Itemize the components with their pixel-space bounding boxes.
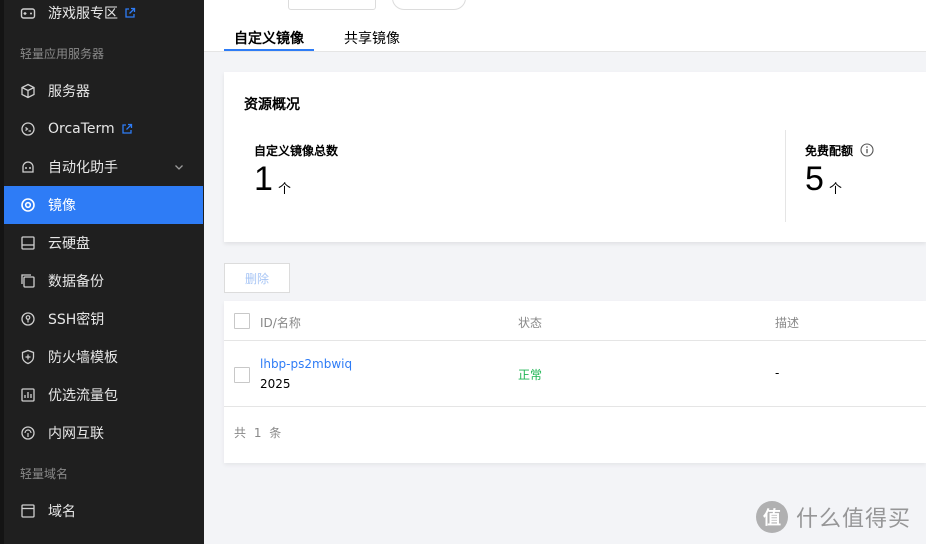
domain-icon — [20, 503, 36, 519]
watermark: 值 什么值得买 — [756, 500, 911, 534]
column-header-description: 描述 — [775, 316, 800, 330]
traffic-icon — [20, 387, 36, 403]
automation-icon — [20, 159, 36, 175]
images-table: ID/名称 状态 描述 lhbp-ps2mbwiq 2025 正常 - 共 1 … — [224, 301, 926, 463]
sidebar-item-label: SSH密钥 — [48, 312, 105, 328]
sidebar-item-label: 数据备份 — [48, 274, 104, 290]
shield-icon — [20, 349, 36, 365]
sidebar-item-game-servers[interactable]: 游戏服专区 — [4, 0, 203, 32]
watermark-logo: 值 — [756, 501, 788, 533]
network-icon — [20, 425, 36, 441]
image-name: 2025 — [260, 377, 291, 391]
sidebar-item-orcaterm[interactable]: OrcaTerm — [4, 110, 203, 148]
sidebar-item-label: 镜像 — [48, 198, 76, 214]
select-all-checkbox[interactable] — [234, 313, 250, 329]
sidebar: 游戏服专区 轻量应用服务器 服务器 OrcaTerm 自动化助手 镜像 云硬盘 … — [0, 0, 204, 544]
sidebar-item-label: 优选流量包 — [48, 388, 118, 404]
disk-icon — [20, 235, 36, 251]
table-header: ID/名称 状态 描述 — [224, 301, 926, 341]
sidebar-item-servers[interactable]: 服务器 — [4, 72, 203, 110]
chevron-down-icon[interactable] — [173, 161, 185, 173]
sidebar-item-cloud-disk[interactable]: 云硬盘 — [4, 224, 203, 262]
top-bar: 自定义镜像 共享镜像 — [204, 0, 926, 52]
sidebar-item-label: 域名 — [48, 504, 76, 520]
stat-divider — [785, 130, 786, 222]
free-quota-label: 免费配额 — [805, 144, 854, 158]
gamepad-icon — [20, 5, 36, 21]
active-tab-indicator — [224, 49, 314, 51]
row-checkbox[interactable] — [234, 367, 250, 383]
tab-shared-images[interactable]: 共享镜像 — [344, 28, 400, 48]
sidebar-item-label: OrcaTerm — [48, 121, 115, 137]
sidebar-item-label: 防火墙模板 — [48, 350, 118, 366]
sidebar-item-images[interactable]: 镜像 — [4, 186, 203, 224]
custom-images-total-unit: 个 — [278, 182, 292, 197]
external-link-icon — [121, 123, 133, 135]
image-disc-icon — [20, 197, 36, 213]
image-id-link[interactable]: lhbp-ps2mbwiq — [260, 357, 352, 371]
terminal-icon — [20, 121, 36, 137]
sidebar-item-label: 游戏服专区 — [48, 6, 118, 22]
sidebar-item-intranet[interactable]: 内网互联 — [4, 414, 203, 452]
sidebar-item-ssh-keys[interactable]: SSH密钥 — [4, 300, 203, 338]
key-icon — [20, 311, 36, 327]
sidebar-item-automation[interactable]: 自动化助手 — [4, 148, 203, 186]
custom-images-total-label: 自定义镜像总数 — [254, 144, 339, 158]
external-link-icon — [124, 7, 136, 19]
refresh-button[interactable] — [392, 0, 466, 10]
overview-title: 资源概况 — [244, 97, 300, 113]
custom-images-total-value: 1 — [254, 160, 273, 198]
resource-overview-card: 资源概况 自定义镜像总数 1 个 免费配额 5 个 — [224, 72, 926, 242]
tab-custom-images[interactable]: 自定义镜像 — [234, 28, 304, 48]
sidebar-item-label: 服务器 — [48, 84, 90, 100]
sidebar-group-domain: 轻量域名 — [20, 467, 69, 481]
info-icon[interactable] — [860, 142, 874, 157]
table-row: lhbp-ps2mbwiq 2025 正常 - — [224, 342, 926, 407]
sidebar-group-lighthouse: 轻量应用服务器 — [20, 47, 105, 61]
backup-icon — [20, 273, 36, 289]
column-header-id-name[interactable]: ID/名称 — [260, 314, 301, 331]
free-quota-value: 5 — [805, 160, 824, 198]
delete-button[interactable]: 删除 — [224, 263, 290, 293]
sidebar-item-backup[interactable]: 数据备份 — [4, 262, 203, 300]
sidebar-item-traffic-packages[interactable]: 优选流量包 — [4, 376, 203, 414]
table-total-count: 共 1 条 — [234, 426, 282, 440]
status-badge: 正常 — [518, 368, 543, 382]
sidebar-item-firewall-templates[interactable]: 防火墙模板 — [4, 338, 203, 376]
sidebar-item-label: 自动化助手 — [48, 160, 118, 176]
sidebar-item-domains[interactable]: 域名 — [4, 492, 203, 530]
sidebar-item-label: 云硬盘 — [48, 236, 90, 252]
image-description: - — [775, 366, 780, 380]
column-header-status: 状态 — [518, 316, 543, 330]
sidebar-item-label: 内网互联 — [48, 426, 104, 442]
cube-icon — [20, 83, 36, 99]
free-quota-unit: 个 — [829, 182, 843, 197]
region-selector[interactable] — [288, 0, 376, 10]
watermark-text: 什么值得买 — [796, 507, 912, 532]
